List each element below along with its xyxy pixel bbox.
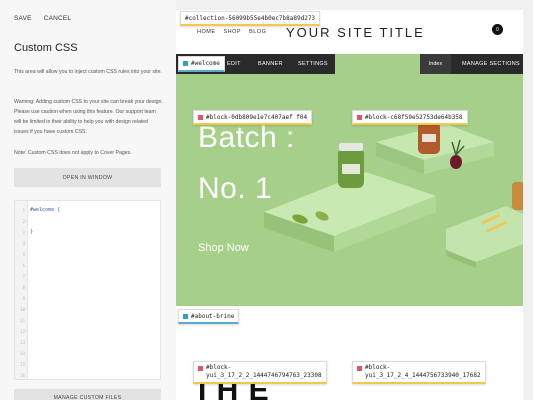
site-nav: HOME SHOP BLOG	[197, 29, 266, 35]
block-id-text: #block-	[365, 364, 391, 371]
line-number: 7	[22, 274, 25, 279]
site-preview: HOME SHOP BLOG YOUR SITE TITLE 0 Batch:…	[176, 0, 533, 400]
collection-id-text: #collection-56099b55e4b0ec7b8a89d273	[185, 14, 316, 22]
manage-custom-files-button[interactable]: MANAGE CUSTOM FILES	[14, 389, 161, 400]
block-id-tag[interactable]: #block-0db809e1e7c407aef f04	[193, 110, 313, 125]
selector-swatch-icon	[198, 366, 203, 371]
hero-heading-line1: Batch :	[198, 121, 295, 154]
line-number: 3	[22, 230, 25, 235]
panel-intro-text: This area will allow you to inject custo…	[14, 69, 162, 75]
line-number: 1	[22, 208, 25, 213]
nav-item-blog[interactable]: BLOG	[249, 29, 266, 35]
line-number-gutter: 1 2 3 4 5 6 7 8 9 10 11 12 13 14 15 16	[15, 201, 28, 379]
selector-swatch-icon	[183, 313, 188, 319]
selector-swatch-icon	[198, 114, 203, 120]
custom-css-panel: SAVE CANCEL Custom CSS This area will al…	[0, 0, 176, 400]
welcome-id-text: #welcome	[191, 60, 220, 67]
welcome-id-tag[interactable]: #welcome	[178, 56, 225, 72]
line-number: 16	[20, 373, 25, 378]
line-number: 13	[20, 340, 25, 345]
panel-warning-text: Warning: Adding custom CSS to your site …	[14, 99, 163, 135]
panel-note-text: Note: Custom CSS does not apply to Cover…	[14, 150, 132, 156]
line-number: 6	[22, 263, 25, 268]
save-button[interactable]: SAVE	[14, 15, 32, 22]
panel-actions: SAVE CANCEL	[14, 15, 71, 22]
block-id-tag[interactable]: #block- yui_3_17_2_4_1444756733940_17682	[352, 361, 486, 384]
site-page: HOME SHOP BLOG YOUR SITE TITLE 0 Batch:…	[176, 10, 523, 400]
selector-swatch-icon	[357, 114, 362, 120]
block-id-tag[interactable]: #block-c68f59e52753de64b358	[352, 110, 468, 125]
line-number: 2	[22, 219, 25, 224]
open-in-window-button[interactable]: OPEN IN WINDOW	[14, 168, 161, 187]
nav-item-home[interactable]: HOME	[197, 29, 216, 35]
about-id-text: #about-brine	[191, 312, 235, 320]
index-button[interactable]: Index	[420, 54, 451, 74]
line-number: 10	[20, 307, 25, 312]
block-id-tag[interactable]: #block- yui_3_17_2_2_1444746794763_23308	[193, 361, 327, 384]
selector-swatch-icon	[183, 61, 188, 66]
block-id-text: #block-c68f59e52753de64b358	[365, 113, 463, 121]
line-number: 15	[20, 362, 25, 367]
cart-count-badge[interactable]: 0	[492, 24, 503, 35]
block-id-text: #block-0db809e1e7c407aef f04	[206, 113, 308, 121]
line-number: 8	[22, 285, 25, 290]
section-manage-bar: Index MANAGE SECTIONS	[420, 54, 523, 74]
code-line: }	[30, 229, 34, 235]
css-editor[interactable]: 1 2 3 4 5 6 7 8 9 10 11 12 13 14 15 16 #welcome {}	[14, 200, 161, 380]
line-number: 4	[22, 241, 25, 246]
code-line: #welcome {	[30, 207, 61, 213]
line-number: 12	[20, 329, 25, 334]
shop-now-link[interactable]: Shop Now	[198, 242, 249, 254]
block-id-text: yui_3_17_2_4_1444756733940_17682	[365, 372, 481, 379]
hero-banner: Batch : No. 1 Shop Now	[176, 54, 523, 306]
block-id-text: yui_3_17_2_2_1444746794763_23308	[206, 372, 322, 379]
line-number: 11	[20, 318, 25, 323]
code-area[interactable]: #welcome {}	[28, 201, 160, 379]
settings-button[interactable]: SETTINGS	[298, 61, 328, 67]
selector-swatch-icon	[357, 366, 362, 371]
nav-item-shop[interactable]: SHOP	[224, 29, 242, 35]
cancel-button[interactable]: CANCEL	[44, 15, 72, 22]
line-number: 9	[22, 296, 25, 301]
panel-title: Custom CSS	[14, 42, 78, 54]
line-number: 14	[20, 351, 25, 356]
manage-sections-button[interactable]: MANAGE SECTIONS	[451, 61, 520, 67]
block-id-text: #block-	[206, 364, 232, 371]
edit-button[interactable]: EDIT	[227, 61, 241, 67]
hero-heading-line2: No. 1	[198, 172, 273, 205]
about-id-tag[interactable]: #about-brine	[178, 309, 240, 324]
collection-id-tag[interactable]: #collection-56099b55e4b0ec7b8a89d273	[180, 11, 321, 26]
line-number: 5	[22, 252, 25, 257]
banner-button[interactable]: BANNER	[258, 61, 283, 67]
site-title[interactable]: YOUR SITE TITLE	[286, 25, 425, 40]
